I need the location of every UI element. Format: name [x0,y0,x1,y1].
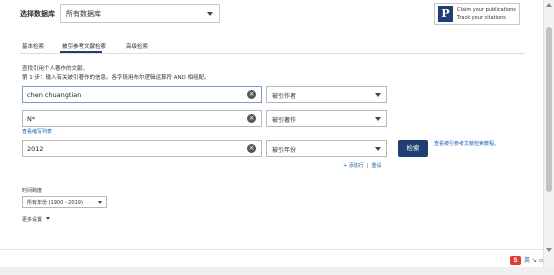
ime-logo-icon[interactable]: S [510,256,521,265]
chevron-down-icon [98,201,102,204]
chevron-down-icon [375,147,381,151]
tabs-divider [20,53,525,54]
instruction-line-2: 第 1 步：输入有关被引著作的信息。各字段用布尔逻辑运算符 AND 相组配。 [22,75,210,81]
clear-icon[interactable]: × [247,114,256,123]
tab-basic-search[interactable]: 基本检索 [22,42,44,50]
footer-divider [0,249,543,250]
keyboard-icon[interactable]: ▫ [539,256,543,265]
tab-cited-reference-search[interactable]: 被引参考文献检索 [62,42,106,50]
claim-publications-box[interactable]: P Claim your publications Track your cit… [434,3,520,25]
more-settings-label: 更多设置 [22,217,43,223]
cited-author-input[interactable]: chen chuangtian × [22,86,262,103]
row-actions: + 添加行 | 重设 [343,162,381,169]
add-row-link[interactable]: + 添加行 [343,163,364,169]
system-tray: S 英 ↘ ▫ [510,256,543,266]
timespan-select[interactable]: 所有年份 (1900 - 2019) [22,196,107,208]
chevron-down-icon [207,12,213,16]
chevron-down-icon [375,117,381,121]
clear-icon[interactable]: × [247,90,256,99]
field-select-1-value: 被引作者 [272,93,297,100]
chevron-down-icon [375,93,381,97]
punctuation-icon[interactable]: ↘ [532,256,537,265]
field-select-2-value: 被引著作 [272,117,297,124]
cited-year-input[interactable]: 2012 × [22,140,262,157]
scroll-up-icon[interactable] [546,3,552,7]
more-settings-toggle[interactable]: 更多设置 [22,216,51,223]
database-select-value: 所有数据库 [66,10,101,18]
cited-author-input-value: chen chuangtian [27,91,82,99]
timespan-label: 时间跨度 [22,188,43,194]
scroll-thumb[interactable] [546,27,552,192]
instruction-line-1: 查找引用个人著作的文献。 [22,66,89,72]
search-button[interactable]: 检索 [398,140,428,157]
publons-logo-icon: P [438,6,453,22]
database-label: 选择数据库 [20,10,55,18]
vertical-scrollbar[interactable] [543,0,554,267]
claim-line-2: Track your citations [457,15,506,21]
cited-work-input-value: N* [27,115,36,123]
timespan-select-value: 所有年份 (1900 - 2019) [27,200,83,206]
cited-work-input[interactable]: N* × [22,110,262,127]
tab-advanced-search[interactable]: 高级检索 [126,42,148,50]
search-panel: 选择数据库 所有数据库 P Claim your publications Tr… [0,0,543,267]
tutorial-link[interactable]: 查看被引参考文献检索教程。 [434,141,504,148]
cited-year-input-value: 2012 [27,145,44,153]
database-select[interactable]: 所有数据库 [60,4,220,23]
field-select-3-value: 被引年份 [272,147,297,154]
journal-abbreviation-link[interactable]: 查看缩写列表 [22,128,52,135]
chevron-down-icon [46,217,51,220]
field-select-2[interactable]: 被引著作 [266,110,387,127]
field-select-3[interactable]: 被引年份 [266,140,387,157]
input-mode-indicator[interactable]: 英 [524,256,530,265]
field-select-1[interactable]: 被引作者 [266,86,387,103]
reset-link[interactable]: 重设 [371,163,381,169]
claim-line-1: Claim your publications [457,7,516,13]
scroll-down-icon[interactable] [546,248,552,252]
clear-icon[interactable]: × [247,144,256,153]
